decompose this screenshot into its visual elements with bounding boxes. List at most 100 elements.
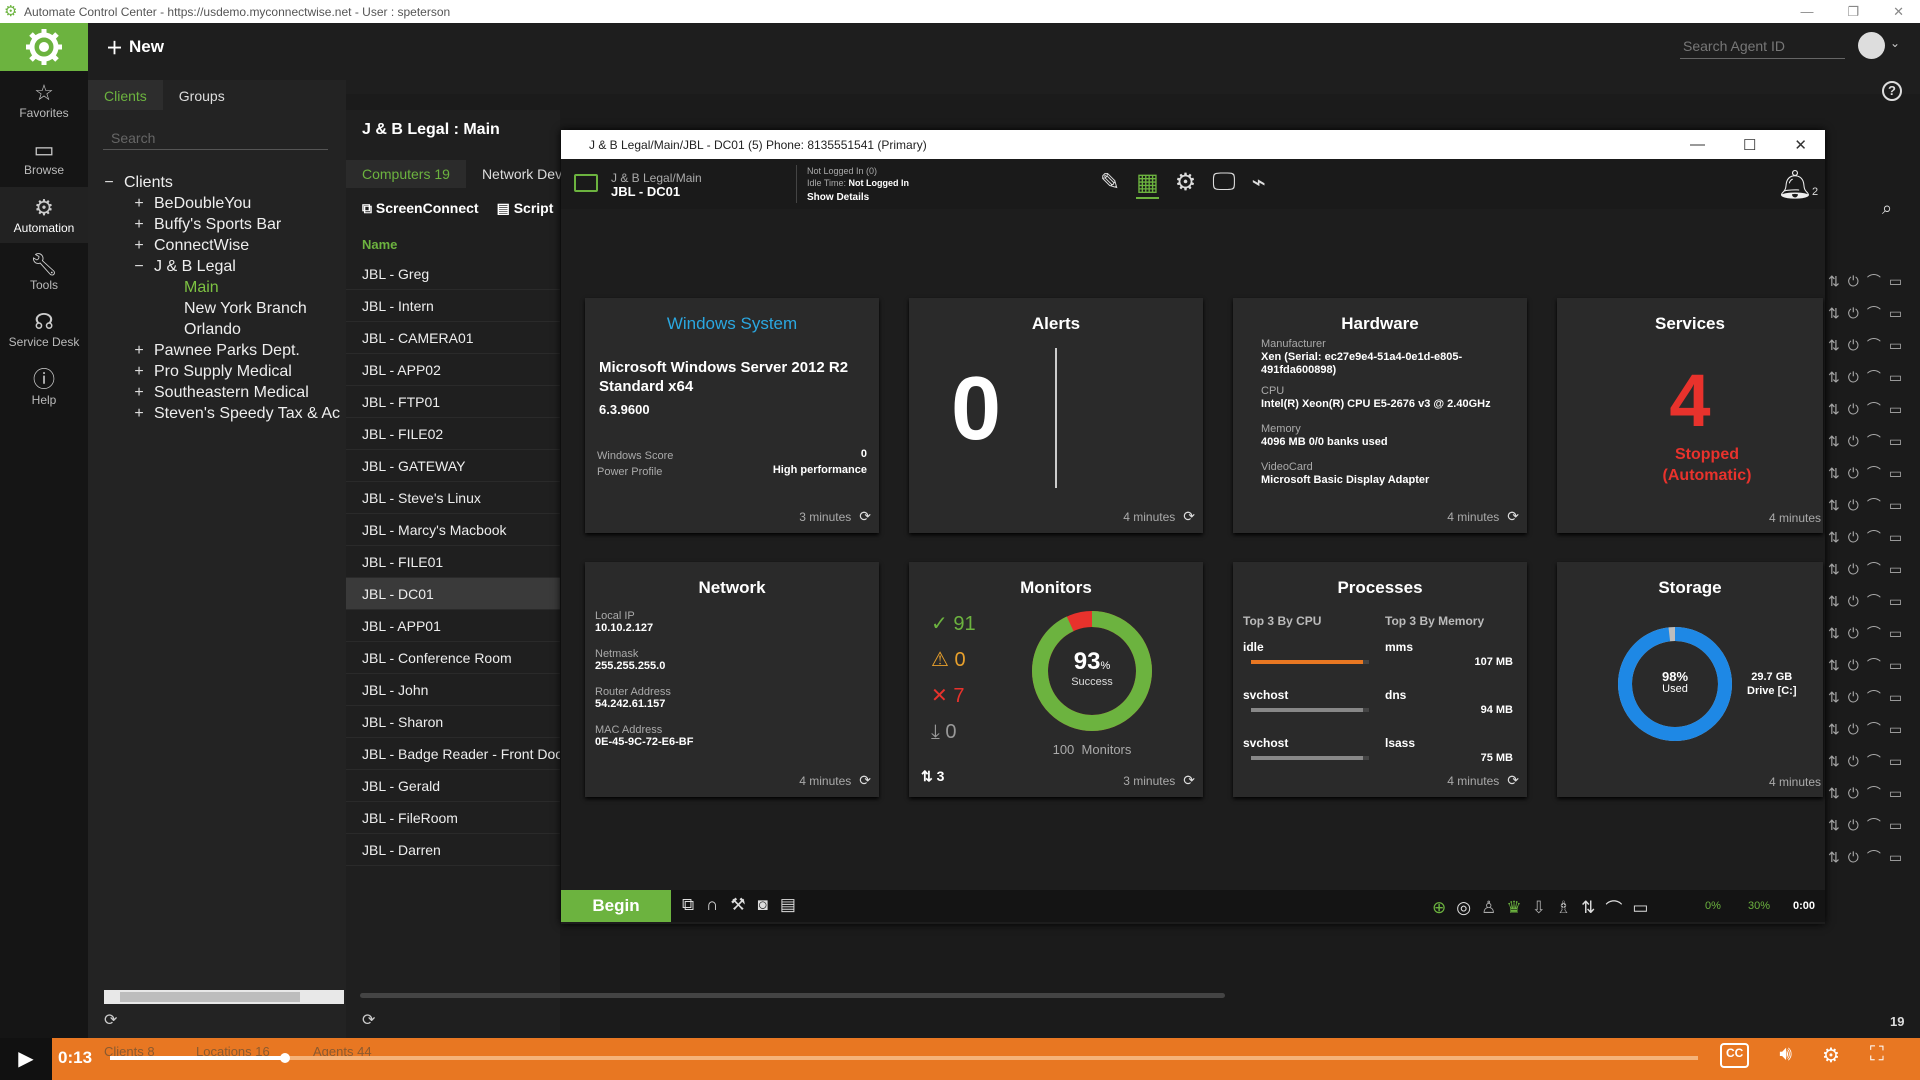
- signal-icon[interactable]: ⌒: [1867, 431, 1881, 451]
- avatar[interactable]: [1858, 32, 1885, 59]
- computer-row[interactable]: JBL - GATEWAY: [346, 450, 560, 482]
- chat-icon[interactable]: ▭: [1889, 273, 1902, 290]
- refresh-icon[interactable]: ⟳: [1183, 772, 1195, 788]
- chat-icon[interactable]: ▭: [1889, 849, 1902, 866]
- sync-icon[interactable]: ⇅: [1828, 657, 1840, 674]
- computer-row[interactable]: JBL - FILE01: [346, 546, 560, 578]
- chat-icon[interactable]: ▭: [1889, 337, 1902, 354]
- sync-icon[interactable]: ⇅: [1828, 625, 1840, 642]
- power-icon[interactable]: ⏻: [1848, 369, 1859, 386]
- signal-icon[interactable]: ⌒: [1605, 895, 1622, 920]
- power-icon[interactable]: ⏻: [1848, 721, 1859, 738]
- computer-row[interactable]: JBL - FTP01: [346, 386, 560, 418]
- headset-icon[interactable]: ∩: [706, 895, 718, 915]
- power-icon[interactable]: ⏻: [1848, 657, 1859, 674]
- minimize-icon[interactable]: —: [1800, 4, 1813, 20]
- power-icon[interactable]: ⏻: [1848, 817, 1859, 834]
- refresh-icon[interactable]: ⟳: [362, 1010, 375, 1030]
- computer-row[interactable]: JBL - Darren: [346, 834, 560, 866]
- tab-groups[interactable]: Groups: [163, 80, 241, 110]
- collapse-icon[interactable]: −: [130, 256, 148, 277]
- screenconnect-button[interactable]: ⧉ ScreenConnect: [362, 200, 479, 217]
- chat-icon[interactable]: ▭: [1889, 785, 1902, 802]
- sync-icon[interactable]: ⇅: [1828, 305, 1840, 322]
- wrench-icon[interactable]: ⚒: [730, 895, 745, 915]
- power-icon[interactable]: ⏻: [1848, 529, 1859, 546]
- signal-icon[interactable]: ⌒: [1867, 655, 1881, 675]
- close-icon[interactable]: ✕: [1893, 4, 1904, 20]
- sync-icon[interactable]: ⇅: [1828, 337, 1840, 354]
- computer-row[interactable]: JBL - Badge Reader - Front Door: [346, 738, 560, 770]
- power-icon[interactable]: ⏻: [1848, 849, 1859, 866]
- signal-icon[interactable]: ⌒: [1867, 591, 1881, 611]
- chevron-down-icon[interactable]: ⌄: [1890, 36, 1900, 50]
- sync-icon[interactable]: ⇅: [1828, 817, 1840, 834]
- expand-icon[interactable]: +: [130, 214, 148, 235]
- search-agent-input[interactable]: [1680, 34, 1845, 59]
- signal-icon[interactable]: ⌒: [1867, 335, 1881, 355]
- chat-icon[interactable]: ▭: [1889, 625, 1902, 642]
- maximize-icon[interactable]: ☐: [1743, 136, 1756, 154]
- closed-captions-icon[interactable]: CC: [1720, 1043, 1750, 1068]
- chat-bubble-icon[interactable]: ▭: [1632, 898, 1648, 918]
- expand-icon[interactable]: +: [130, 340, 148, 361]
- sync-icon[interactable]: ⇅: [1828, 561, 1840, 578]
- tree-item[interactable]: + Buffy's Sports Bar: [100, 214, 346, 235]
- computers-horizontal-scrollbar[interactable]: [360, 993, 1225, 998]
- sync-icon[interactable]: ⇅: [1828, 593, 1840, 610]
- camera-icon[interactable]: ◙: [758, 895, 768, 915]
- add-circle-icon[interactable]: ⊕: [1432, 898, 1446, 918]
- computer-row[interactable]: JBL - John: [346, 674, 560, 706]
- close-icon[interactable]: ✕: [1794, 136, 1807, 154]
- chat-icon[interactable]: ▭: [1889, 369, 1902, 386]
- computer-row[interactable]: JBL - Conference Room: [346, 642, 560, 674]
- power-icon[interactable]: ⏻: [1848, 433, 1859, 450]
- sync-icon[interactable]: ⇅: [1828, 465, 1840, 482]
- chat-icon[interactable]: ▭: [1889, 657, 1902, 674]
- refresh-icon[interactable]: ⟳: [859, 508, 871, 524]
- computer-row[interactable]: JBL - Greg: [346, 258, 560, 290]
- chat-icon[interactable]: ▭: [1889, 465, 1902, 482]
- computer-row[interactable]: JBL - Intern: [346, 290, 560, 322]
- volume-icon[interactable]: 🔊︎: [1779, 1043, 1792, 1068]
- settings-icon[interactable]: ⚙: [1822, 1043, 1840, 1068]
- minimize-icon[interactable]: —: [1690, 136, 1705, 154]
- sync-icon[interactable]: ⇅: [1828, 529, 1840, 546]
- tree-item[interactable]: Orlando: [100, 319, 346, 340]
- clients-horizontal-scrollbar[interactable]: [104, 990, 344, 1004]
- power-icon[interactable]: ⏻: [1848, 689, 1859, 706]
- app-logo[interactable]: [0, 23, 88, 71]
- power-icon[interactable]: ⏻: [1848, 465, 1859, 482]
- chat-icon[interactable]: ▭: [1889, 433, 1902, 450]
- computer-row[interactable]: JBL - FILE02: [346, 418, 560, 450]
- chat-icon[interactable]: ▭: [1889, 497, 1902, 514]
- refresh-icon[interactable]: ⟳: [1507, 508, 1519, 524]
- sync-icon[interactable]: ⇅: [1828, 721, 1840, 738]
- sync-icon[interactable]: ⇅: [1828, 401, 1840, 418]
- scroll-thumb[interactable]: [120, 992, 300, 1002]
- tree-item[interactable]: + BeDoubleYou: [100, 193, 346, 214]
- storage-card[interactable]: Storage 98% Used 29.7 GB Drive [C:] 4 mi…: [1557, 562, 1823, 797]
- sync-icon[interactable]: ⇅: [1828, 753, 1840, 770]
- tree-item[interactable]: New York Branch: [100, 298, 346, 319]
- sync-icon[interactable]: ⇅: [1828, 785, 1840, 802]
- power-icon[interactable]: ⏻: [1848, 593, 1859, 610]
- signal-icon[interactable]: ⌒: [1867, 687, 1881, 707]
- refresh-icon[interactable]: ⟳: [859, 772, 871, 788]
- sync-icon[interactable]: ⇅: [1828, 273, 1840, 290]
- refresh-icon[interactable]: ⟳: [1183, 508, 1195, 524]
- alerts-card[interactable]: Alerts 0 4 minutes ⟳: [909, 298, 1203, 533]
- chat-icon[interactable]: ▭: [1889, 529, 1902, 546]
- chat-icon[interactable]: ▭: [1889, 561, 1902, 578]
- edit-icon[interactable]: ✎: [1100, 168, 1120, 199]
- tree-item[interactable]: − J & B Legal: [100, 256, 346, 277]
- transfer-icon[interactable]: ⇅: [1581, 898, 1595, 918]
- search-icon[interactable]: ⌕: [1882, 198, 1892, 219]
- power-icon[interactable]: ⏻: [1848, 497, 1859, 514]
- signal-icon[interactable]: ⌒: [1867, 559, 1881, 579]
- signal-icon[interactable]: ⌒: [1867, 271, 1881, 291]
- remote-screen-icon[interactable]: ⧉: [682, 895, 694, 915]
- signal-icon[interactable]: ⌒: [1867, 527, 1881, 547]
- power-icon[interactable]: ⏻: [1848, 785, 1859, 802]
- windows-system-card[interactable]: Windows System Microsoft Windows Server …: [585, 298, 879, 533]
